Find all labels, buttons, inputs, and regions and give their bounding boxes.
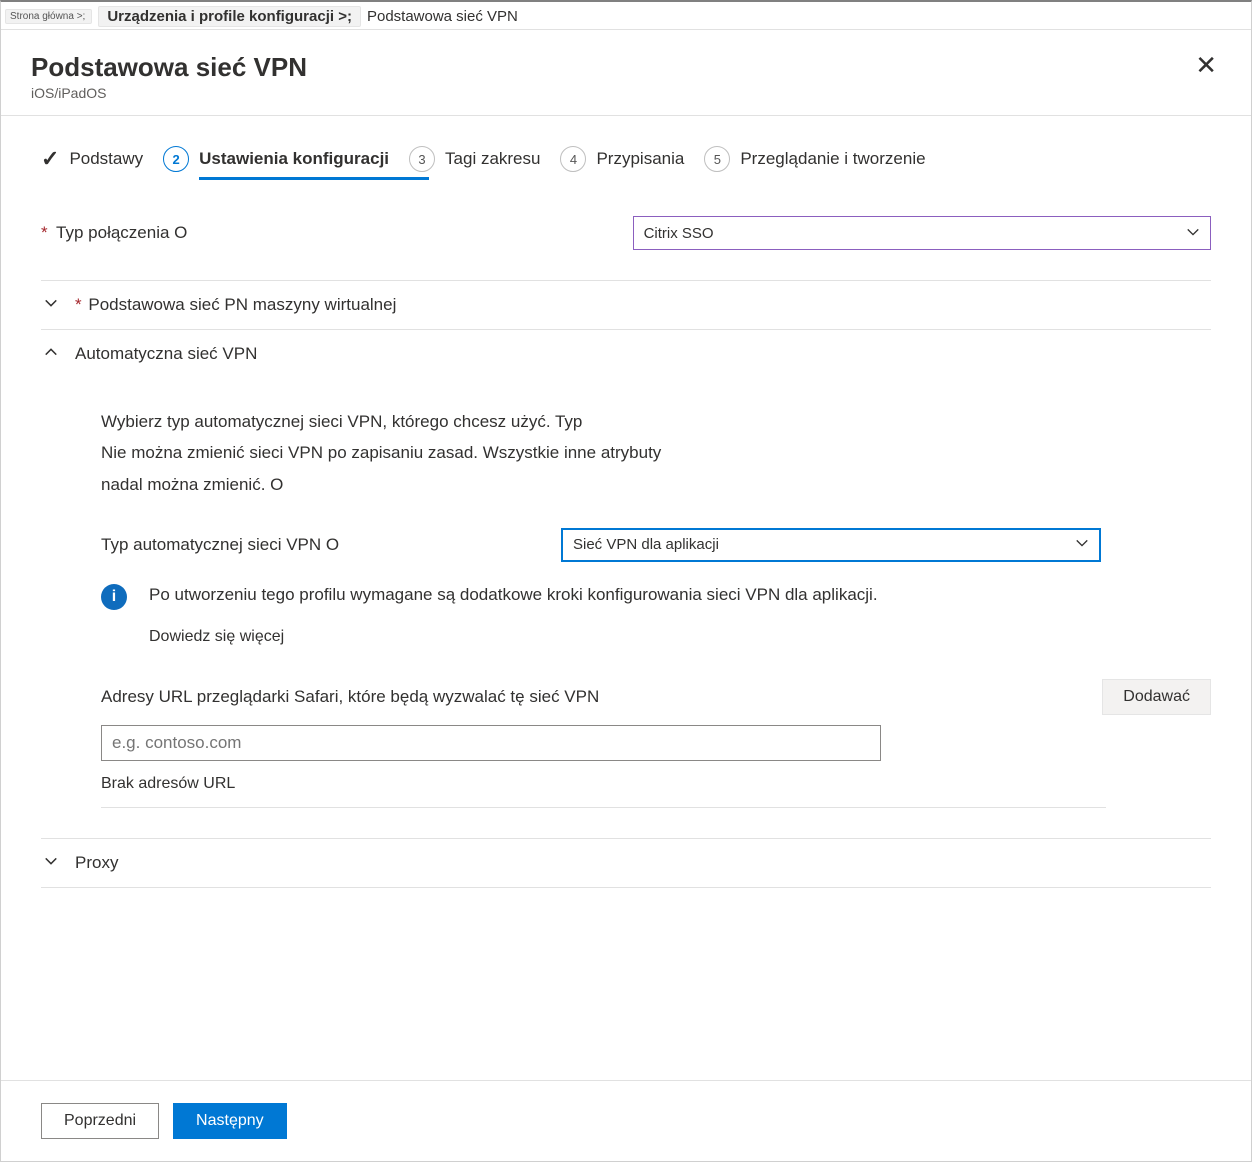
step-review-create[interactable]: 5 Przeglądanie i tworzenie [704, 146, 925, 172]
step-number: 3 [409, 146, 435, 172]
breadcrumb-devices[interactable]: Urządzenia i profile konfiguracji >; [98, 6, 361, 27]
section-toggle-base-vpn[interactable]: * Podstawowa sieć PN maszyny wirtualnej [41, 281, 1211, 329]
info-text: Po utworzeniu tego profilu wymagane są d… [149, 585, 878, 604]
step-number: 4 [560, 146, 586, 172]
section-toggle-proxy[interactable]: Proxy [41, 839, 1211, 887]
step-label: Podstawy [69, 149, 143, 169]
select-value: Citrix SSO [644, 225, 714, 242]
field-connection-type: * Typ połączenia O Citrix SSO [41, 190, 1211, 280]
connection-type-select[interactable]: Citrix SSO [633, 216, 1211, 250]
page-header: Podstawowa sieć VPN iOS/iPadOS ✕ [1, 30, 1251, 116]
section-proxy: Proxy [41, 838, 1211, 888]
select-value: Sieć VPN dla aplikacji [573, 536, 719, 553]
section-toggle-auto-vpn[interactable]: Automatyczna sieć VPN [41, 330, 1211, 378]
desc-line: Nie można zmienić sieci VPN po zapisaniu… [101, 439, 741, 466]
breadcrumb-home[interactable]: Strona główna >; [5, 9, 92, 24]
breadcrumb: Strona główna >; Urządzenia i profile ko… [1, 2, 1251, 30]
learn-more-link[interactable]: Dowiedz się więcej [149, 625, 878, 649]
section-title: Automatyczna sieć VPN [75, 344, 257, 364]
breadcrumb-current: Podstawowa sieć VPN [367, 8, 518, 25]
add-url-button[interactable]: Dodawać [1102, 679, 1211, 715]
section-title: Podstawowa sieć PN maszyny wirtualnej [88, 295, 396, 314]
info-callout: i Po utworzeniu tego profilu wymagane są… [101, 582, 1211, 650]
section-title: Proxy [75, 853, 118, 873]
auto-vpn-description: Wybierz typ automatycznej sieci VPN, któ… [101, 408, 741, 498]
field-label: Typ automatycznej sieci VPN O [101, 535, 531, 555]
section-base-vpn: * Podstawowa sieć PN maszyny wirtualnej [41, 280, 1211, 329]
active-step-underline [199, 177, 429, 180]
no-urls-message: Brak adresów URL [101, 775, 1106, 808]
chevron-down-icon [1075, 536, 1089, 553]
section-auto-vpn: Automatyczna sieć VPN Wybierz typ automa… [41, 329, 1211, 838]
chevron-up-icon [41, 345, 61, 364]
wizard-footer: Poprzedni Następny [1, 1080, 1251, 1161]
chevron-down-icon [41, 296, 61, 315]
field-label: Typ połączenia O [56, 223, 187, 242]
step-label: Przeglądanie i tworzenie [740, 149, 925, 169]
page-title: Podstawowa sieć VPN [31, 52, 1191, 83]
safari-urls-block: Adresy URL przeglądarki Safari, które bę… [101, 679, 1211, 808]
desc-line: nadal można zmienić. O [101, 471, 741, 498]
step-label: Tagi zakresu [445, 149, 540, 169]
check-icon: ✓ [41, 146, 59, 172]
step-config-settings[interactable]: 2 Ustawienia konfiguracji [163, 146, 389, 172]
field-auto-vpn-type: Typ automatycznej sieci VPN O Sieć VPN d… [101, 528, 1211, 562]
previous-button[interactable]: Poprzedni [41, 1103, 159, 1139]
step-label: Ustawienia konfiguracji [199, 149, 389, 169]
form-content: * Typ połączenia O Citrix SSO * [1, 190, 1251, 1080]
chevron-down-icon [1186, 225, 1200, 242]
required-mark: * [41, 223, 48, 242]
info-icon: i [101, 584, 127, 610]
auto-vpn-type-select[interactable]: Sieć VPN dla aplikacji [561, 528, 1101, 562]
step-scope-tags[interactable]: 3 Tagi zakresu [409, 146, 540, 172]
close-icon: ✕ [1195, 50, 1217, 80]
page-subtitle: iOS/iPadOS [31, 85, 1191, 101]
next-button[interactable]: Następny [173, 1103, 287, 1139]
field-label: Adresy URL przeglądarki Safari, które bę… [101, 687, 599, 707]
required-mark: * [75, 295, 82, 314]
wizard-stepper: ✓ Podstawy 2 Ustawienia konfiguracji 3 T… [1, 116, 1251, 178]
step-basics[interactable]: ✓ Podstawy [41, 146, 143, 172]
safari-url-input[interactable] [101, 725, 881, 761]
close-button[interactable]: ✕ [1191, 52, 1221, 78]
step-assignments[interactable]: 4 Przypisania [560, 146, 684, 172]
step-number: 5 [704, 146, 730, 172]
step-number: 2 [163, 146, 189, 172]
chevron-down-icon [41, 854, 61, 873]
desc-line: Wybierz typ automatycznej sieci VPN, któ… [101, 408, 741, 435]
step-label: Przypisania [596, 149, 684, 169]
